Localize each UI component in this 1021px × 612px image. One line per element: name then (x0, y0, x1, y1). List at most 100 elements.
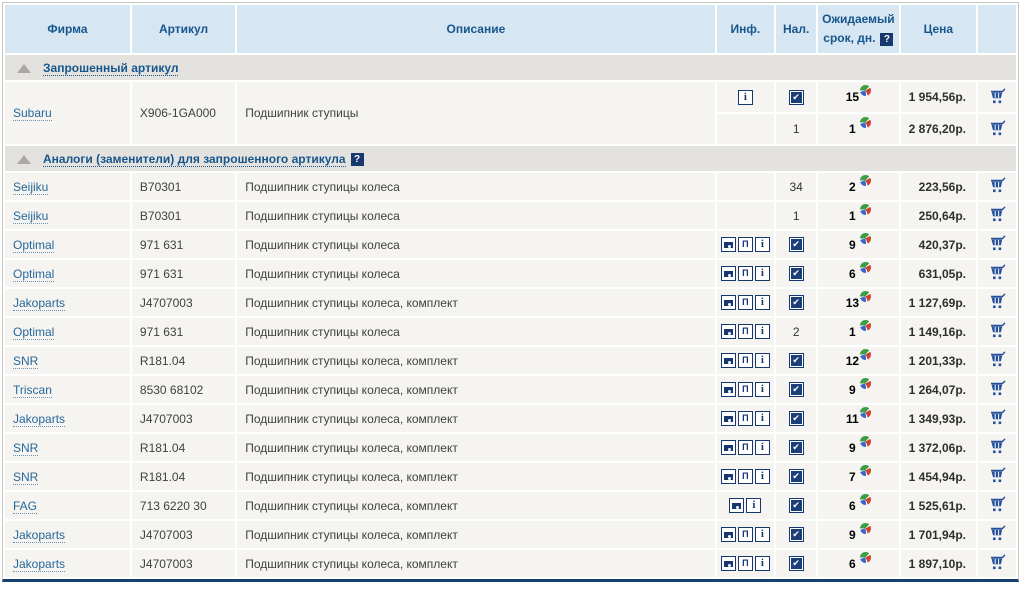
brand-link[interactable]: Seijiku (13, 180, 48, 195)
photo-icon[interactable] (721, 237, 736, 252)
availability-checkbox[interactable] (789, 90, 804, 105)
delivery-stats-pie-icon[interactable] (860, 117, 871, 128)
add-to-cart-button[interactable] (988, 438, 1007, 454)
add-to-cart-button[interactable] (988, 380, 1007, 396)
applicability-icon[interactable] (738, 237, 753, 252)
add-to-cart-button[interactable] (988, 293, 1007, 309)
brand-link[interactable]: SNR (13, 470, 38, 485)
photo-icon[interactable] (721, 353, 736, 368)
delivery-stats-pie-icon[interactable] (860, 320, 871, 331)
availability-checkbox[interactable] (789, 382, 804, 397)
brand-link[interactable]: SNR (13, 441, 38, 456)
add-to-cart-button[interactable] (988, 351, 1007, 367)
photo-icon[interactable] (721, 382, 736, 397)
delivery-stats-pie-icon[interactable] (860, 552, 871, 563)
brand-link[interactable]: Jakoparts (13, 412, 65, 427)
availability-checkbox[interactable] (789, 411, 804, 426)
availability-checkbox[interactable] (789, 295, 804, 310)
photo-icon[interactable] (729, 498, 744, 513)
brand-link[interactable]: Jakoparts (13, 557, 65, 572)
brand-link[interactable]: FAG (13, 499, 37, 514)
add-to-cart-button[interactable] (988, 206, 1007, 222)
delivery-stats-pie-icon[interactable] (860, 262, 871, 273)
info-icon[interactable] (755, 527, 770, 542)
delivery-stats-pie-icon[interactable] (860, 85, 871, 96)
add-to-cart-button[interactable] (988, 525, 1007, 541)
applicability-icon[interactable] (738, 556, 753, 571)
info-icon[interactable] (755, 295, 770, 310)
availability-checkbox[interactable] (789, 556, 804, 571)
section-title-link[interactable]: Запрошенный артикул (43, 61, 178, 76)
delivery-stats-pie-icon[interactable] (860, 291, 871, 302)
info-icon[interactable] (755, 324, 770, 339)
info-icon[interactable] (746, 498, 761, 513)
photo-icon[interactable] (721, 411, 736, 426)
delivery-stats-pie-icon[interactable] (860, 465, 871, 476)
availability-checkbox[interactable] (789, 353, 804, 368)
brand-link[interactable]: Seijiku (13, 209, 48, 224)
help-icon[interactable] (880, 33, 893, 46)
applicability-icon[interactable] (738, 440, 753, 455)
photo-icon[interactable] (721, 527, 736, 542)
delivery-stats-pie-icon[interactable] (860, 204, 871, 215)
help-icon[interactable] (351, 153, 364, 166)
info-icon[interactable] (755, 469, 770, 484)
collapse-icon[interactable] (17, 64, 31, 73)
add-to-cart-button[interactable] (988, 467, 1007, 483)
applicability-icon[interactable] (738, 295, 753, 310)
availability-checkbox[interactable] (789, 498, 804, 513)
delivery-stats-pie-icon[interactable] (860, 233, 871, 244)
availability-checkbox[interactable] (789, 237, 804, 252)
add-to-cart-button[interactable] (988, 496, 1007, 512)
availability-checkbox[interactable] (789, 266, 804, 281)
applicability-icon[interactable] (738, 411, 753, 426)
photo-icon[interactable] (721, 469, 736, 484)
applicability-icon[interactable] (738, 469, 753, 484)
brand-link[interactable]: Subaru (13, 106, 52, 121)
add-to-cart-button[interactable] (988, 554, 1007, 570)
info-icon[interactable] (755, 440, 770, 455)
applicability-icon[interactable] (738, 266, 753, 281)
delivery-stats-pie-icon[interactable] (860, 494, 871, 505)
delivery-stats-pie-icon[interactable] (860, 349, 871, 360)
add-to-cart-button[interactable] (988, 264, 1007, 280)
photo-icon[interactable] (721, 295, 736, 310)
info-icon[interactable] (755, 237, 770, 252)
delivery-stats-pie-icon[interactable] (860, 378, 871, 389)
brand-link[interactable]: Optimal (13, 267, 54, 282)
info-icon[interactable] (755, 556, 770, 571)
applicability-icon[interactable] (738, 324, 753, 339)
add-to-cart-button[interactable] (988, 409, 1007, 425)
brand-link[interactable]: Jakoparts (13, 296, 65, 311)
info-icon[interactable] (755, 353, 770, 368)
applicability-icon[interactable] (738, 353, 753, 368)
delivery-stats-pie-icon[interactable] (860, 175, 871, 186)
info-icon[interactable] (755, 382, 770, 397)
delivery-stats-pie-icon[interactable] (860, 407, 871, 418)
collapse-icon[interactable] (17, 155, 31, 164)
availability-checkbox[interactable] (789, 527, 804, 542)
info-icon[interactable] (755, 411, 770, 426)
applicability-icon[interactable] (738, 382, 753, 397)
delivery-stats-pie-icon[interactable] (860, 523, 871, 534)
info-icon[interactable] (755, 266, 770, 281)
delivery-stats-pie-icon[interactable] (860, 436, 871, 447)
brand-link[interactable]: SNR (13, 354, 38, 369)
section-title-link[interactable]: Аналоги (заменители) для запрошенного ар… (43, 152, 346, 167)
photo-icon[interactable] (721, 266, 736, 281)
add-to-cart-button[interactable] (988, 235, 1007, 251)
availability-checkbox[interactable] (789, 440, 804, 455)
add-to-cart-button[interactable] (988, 322, 1007, 338)
brand-link[interactable]: Jakoparts (13, 528, 65, 543)
add-to-cart-button[interactable] (988, 88, 1007, 104)
applicability-icon[interactable] (738, 527, 753, 542)
brand-link[interactable]: Triscan (13, 383, 52, 398)
add-to-cart-button[interactable] (988, 177, 1007, 193)
add-to-cart-button[interactable] (988, 120, 1007, 136)
availability-checkbox[interactable] (789, 469, 804, 484)
photo-icon[interactable] (721, 324, 736, 339)
info-icon[interactable] (738, 90, 753, 105)
photo-icon[interactable] (721, 440, 736, 455)
photo-icon[interactable] (721, 556, 736, 571)
brand-link[interactable]: Optimal (13, 325, 54, 340)
